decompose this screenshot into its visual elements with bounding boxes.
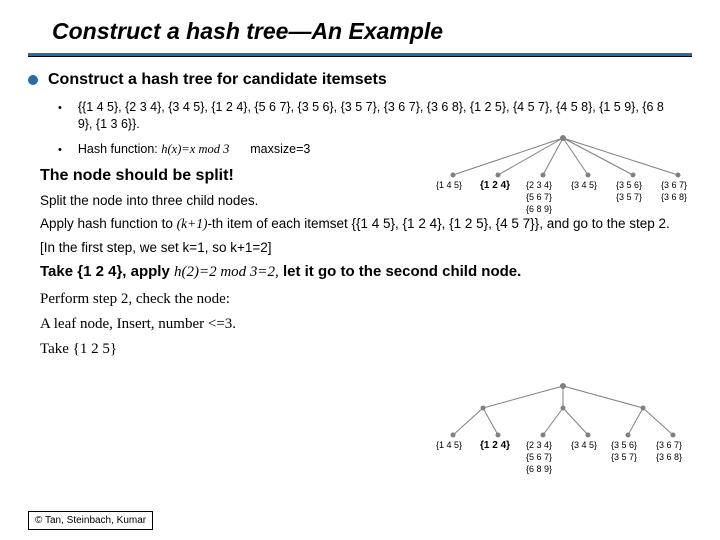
leaf-line: A leaf node, Insert, number <=3. — [40, 316, 692, 333]
split-body: Split the node into three child nodes. — [40, 193, 410, 208]
tree-node-label: {3 5 7} — [616, 192, 642, 202]
hash-function-fn: h(x)=x mod 3 — [161, 142, 229, 156]
itemset-list: {{1 4 5}, {2 3 4}, {3 4 5}, {1 2 4}, {5 … — [78, 99, 678, 133]
tree-node-label: {5 6 7} — [526, 452, 552, 462]
apply-prefix: Apply hash function to — [40, 216, 177, 231]
bullet-dot-icon — [28, 75, 38, 85]
tree-node-label: {3 6 8} — [661, 192, 687, 202]
tree-node-label-bold: {1 2 4} — [480, 440, 510, 451]
take-fn: h(2)=2 mod 3=2, — [174, 264, 279, 280]
bullet-level-2: • {{1 4 5}, {2 3 4}, {3 4 5}, {1 2 4}, {… — [58, 99, 678, 133]
tree-node-label: {2 3 4} — [526, 440, 552, 450]
hash-function-line: Hash function: h(x)=x mod 3 maxsize=3 — [78, 141, 310, 158]
hash-tree-diagram-1: {1 4 5} {1 2 4} {2 3 4} {3 4 5} {3 5 6} … — [428, 130, 698, 225]
tree-node-label: {6 8 9} — [526, 204, 552, 214]
tree-node-label: {3 5 6} — [616, 180, 642, 190]
tree-node-label: {3 4 5} — [571, 180, 597, 190]
tree-node-label: {3 4 5} — [571, 440, 597, 450]
tree-node-label: {6 8 9} — [526, 464, 552, 474]
take-125-line: Take {1 2 5} — [40, 341, 692, 358]
tree-node-label: {1 4 5} — [436, 440, 462, 450]
tree-node-label: {3 6 7} — [661, 180, 687, 190]
tree-edges — [428, 380, 698, 485]
bullet-square-icon: • — [58, 99, 62, 117]
apply-k: (k+1) — [177, 216, 208, 231]
tree-node-label: {1 4 5} — [436, 180, 462, 190]
tree-node-label: {3 5 6} — [611, 440, 637, 450]
perform-line: Perform step 2, check the node: — [40, 291, 692, 308]
tree-node-label: {2 3 4} — [526, 180, 552, 190]
bullet-level-2: • Hash function: h(x)=x mod 3 maxsize=3 — [58, 141, 438, 159]
tree-node-label: {3 6 7} — [656, 440, 682, 450]
tree-node-label-bold: {1 2 4} — [480, 180, 510, 191]
l1-text: Construct a hash tree for candidate item… — [48, 71, 387, 89]
bullet-square-icon: • — [58, 141, 62, 159]
max-size: maxsize=3 — [250, 142, 310, 156]
take-suffix: let it go to the second child node. — [279, 263, 522, 280]
hash-function-prefix: Hash function: — [78, 142, 161, 156]
tree-node-label: {3 5 7} — [611, 452, 637, 462]
take-124-line: Take {1 2 4}, apply h(2)=2 mod 3=2, let … — [40, 263, 692, 281]
tree-edges — [428, 130, 698, 225]
footer-copyright: © Tan, Steinbach, Kumar — [28, 511, 153, 530]
slide-title: Construct a hash tree—An Example — [28, 18, 692, 53]
note-line: [In the first step, we set k=1, so k+1=2… — [40, 240, 692, 255]
hash-tree-diagram-2: {1 4 5} {1 2 4} {2 3 4} {3 4 5} {3 5 6} … — [428, 380, 698, 485]
take-prefix: Take {1 2 4}, apply — [40, 263, 174, 280]
bullet-level-1: Construct a hash tree for candidate item… — [28, 71, 692, 89]
tree-node-label: {3 6 8} — [656, 452, 682, 462]
pad — [229, 142, 250, 156]
tree-node-label: {5 6 7} — [526, 192, 552, 202]
